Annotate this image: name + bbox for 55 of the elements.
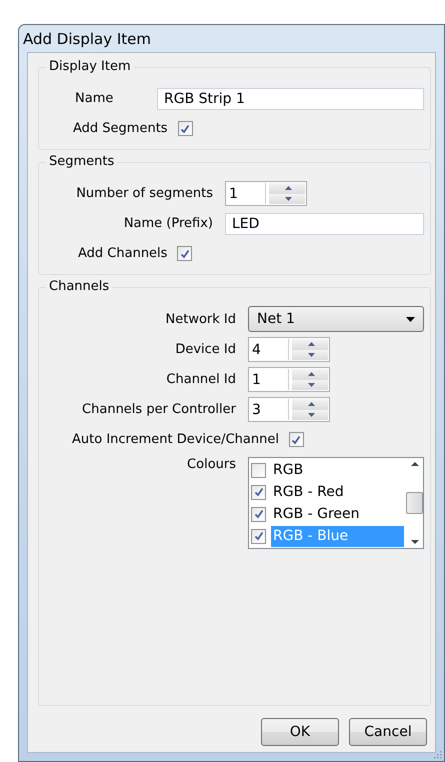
field-label: Device Id [174,342,236,357]
cancel-button[interactable]: Cancel [349,718,427,746]
checkbox-label: Add Segments [73,121,168,136]
spin-down-button[interactable] [292,350,328,360]
checkbox-label: Auto Increment Device/Channel [72,432,279,447]
list-item[interactable]: RGB - Red [271,482,404,502]
network-dropdown[interactable]: Net 1 [248,306,424,332]
ok-button[interactable]: OK [261,718,339,746]
number-spinner[interactable]: 3 [248,397,330,422]
spin-down-button[interactable] [292,380,328,390]
up-arrow-icon [308,402,315,406]
spin-down-button[interactable] [292,410,328,420]
list-item[interactable]: RGB - Green [271,504,404,524]
field-label: Number of segments [75,186,213,201]
list-item[interactable]: RGB [271,460,404,480]
colour-list[interactable]: RGB RGB - Red RGB - Green RGB - Blue [248,457,424,549]
checkbox[interactable] [251,528,266,544]
text-field[interactable]: LED [225,212,424,234]
scroll-down-icon[interactable] [410,540,418,544]
window-title: Add Display Item [22,29,152,50]
scroll-up-icon[interactable] [410,462,418,466]
checkbox[interactable] [251,484,266,500]
checkbox[interactable] [251,506,266,522]
checkbox[interactable] [288,432,304,447]
down-arrow-icon [285,196,292,201]
field-label: Colours [186,457,236,472]
field-label: Channels per Controller [81,402,236,417]
spin-up-button[interactable] [292,369,328,380]
spin-down-button[interactable] [269,194,305,204]
resize-grip-icon[interactable] [433,750,442,759]
scroll-thumb[interactable] [406,492,423,514]
spin-up-button[interactable] [292,339,328,350]
number-spinner[interactable]: 4 [248,337,330,362]
dropdown-arrow-icon [406,316,415,322]
spin-up-button[interactable] [269,183,305,194]
down-arrow-icon [308,382,315,387]
field-label: Channel Id [165,372,236,387]
checkbox-label: Add Channels [78,246,168,261]
group-title: Display Item [46,59,134,74]
up-arrow-icon [285,186,292,190]
number-spinner[interactable]: 1 [248,367,330,392]
up-arrow-icon [308,342,315,346]
up-arrow-icon [308,372,315,376]
checkbox[interactable] [177,246,192,261]
number-spinner[interactable]: 1 [225,181,307,206]
down-arrow-icon [308,412,315,417]
down-arrow-icon [308,352,315,357]
text-field[interactable]: RGB Strip 1 [157,88,424,110]
field-label: Network Id [164,312,236,326]
field-label: Name (Prefix) [122,216,213,231]
field-label: Name [75,91,114,106]
spin-up-button[interactable] [292,399,328,410]
group-title: Segments [46,154,118,169]
checkbox[interactable] [178,121,193,136]
checkbox[interactable] [251,462,266,478]
